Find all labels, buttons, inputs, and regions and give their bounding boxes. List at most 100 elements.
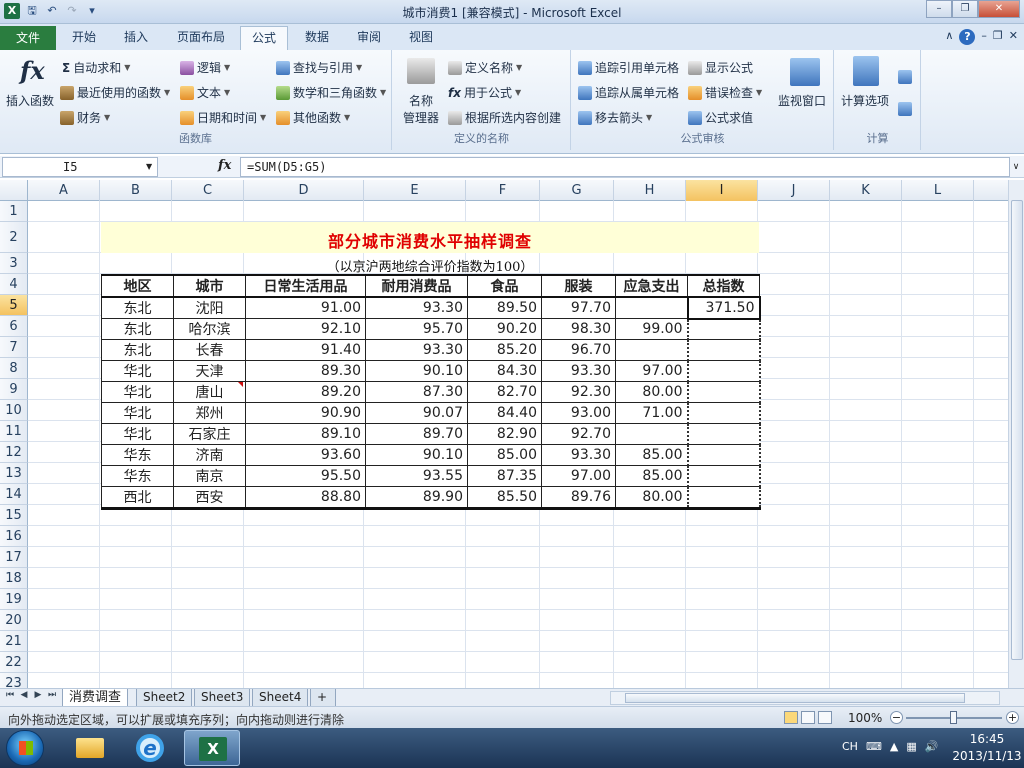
input-language[interactable]: CH	[842, 740, 858, 753]
total-index-cell[interactable]	[686, 486, 761, 510]
clock-date[interactable]: 2013/11/13	[952, 749, 1022, 763]
table-cell[interactable]: 93.60	[245, 444, 366, 466]
next-sheet-icon[interactable]: ▶	[32, 690, 44, 700]
normal-view-icon[interactable]	[784, 711, 798, 724]
page-break-view-icon[interactable]	[818, 711, 832, 724]
report-subtitle[interactable]: （以京沪两地综合评价指数为100）	[101, 256, 759, 275]
worksheet-grid[interactable]: ABCDEFGHIJKL 1 2 3 4 5 6 7 8 9 10 11 12 13 14 15 16 17 18…	[0, 180, 1008, 688]
row-header-10[interactable]: 10	[0, 400, 28, 421]
table-cell[interactable]: 哈尔滨	[173, 318, 246, 340]
table-cell[interactable]: 92.10	[245, 318, 366, 340]
datetime-button[interactable]: 日期和时间 ▼	[180, 109, 266, 126]
table-cell[interactable]: 96.70	[541, 339, 616, 361]
row-header-3[interactable]: 3	[0, 253, 28, 274]
row-header-19[interactable]: 19	[0, 589, 28, 610]
vertical-scrollbar[interactable]	[1008, 180, 1024, 688]
table-cell[interactable]: 西安	[173, 486, 246, 510]
table-cell[interactable]: 郑州	[173, 402, 246, 424]
row-header-2[interactable]: 2	[0, 222, 28, 253]
show-hidden-icons-icon[interactable]: ▲	[890, 740, 898, 753]
table-cell[interactable]: 84.30	[467, 360, 542, 382]
define-name-button[interactable]: 定义名称 ▼	[448, 59, 522, 76]
row-header-14[interactable]: 14	[0, 484, 28, 505]
table-cell[interactable]: 90.90	[245, 402, 366, 424]
table-cell[interactable]: 89.30	[245, 360, 366, 382]
trace-dependents-button[interactable]: 追踪从属单元格	[578, 84, 679, 101]
name-box[interactable]: I5	[2, 157, 158, 177]
column-header-b[interactable]: B	[100, 180, 172, 201]
column-header-a[interactable]: A	[28, 180, 100, 201]
total-index-cell[interactable]	[686, 381, 761, 403]
table-cell[interactable]: 93.30	[541, 360, 616, 382]
collapse-ribbon-icon[interactable]: ∧	[945, 29, 953, 45]
total-index-cell[interactable]	[686, 465, 761, 487]
table-cell[interactable]	[615, 423, 688, 445]
column-title[interactable]: 服装	[541, 274, 616, 298]
more-functions-button[interactable]: 其他函数 ▼	[276, 109, 350, 126]
table-cell[interactable]	[615, 339, 688, 361]
table-cell[interactable]: 88.80	[245, 486, 366, 510]
network-icon[interactable]: ▦	[906, 740, 916, 753]
sheet-tab-1[interactable]: 消费调查	[62, 689, 129, 707]
table-cell[interactable]: 89.70	[365, 423, 468, 445]
total-index-cell[interactable]	[686, 444, 761, 466]
table-cell[interactable]: 东北	[101, 296, 174, 319]
column-title[interactable]: 总指数	[687, 274, 760, 298]
table-cell[interactable]: 华北	[101, 381, 174, 403]
horizontal-scrollbar[interactable]	[610, 691, 1000, 705]
row-header-17[interactable]: 17	[0, 547, 28, 568]
column-header-d[interactable]: D	[244, 180, 364, 201]
table-cell[interactable]	[615, 296, 688, 319]
trace-precedents-button[interactable]: 追踪引用单元格	[578, 59, 679, 76]
column-header-f[interactable]: F	[466, 180, 540, 201]
taskbar-excel[interactable]: X	[184, 730, 240, 766]
row-header-7[interactable]: 7	[0, 337, 28, 358]
doc-restore-icon[interactable]: ❐	[993, 29, 1003, 45]
table-cell[interactable]: 华北	[101, 423, 174, 445]
table-cell[interactable]: 90.07	[365, 402, 468, 424]
volume-icon[interactable]: 🔊	[925, 740, 939, 753]
tab-view[interactable]: 视图	[398, 26, 444, 50]
calculate-sheet-icon[interactable]	[898, 102, 912, 116]
zoom-slider-thumb[interactable]	[950, 711, 957, 724]
table-cell[interactable]: 97.00	[615, 360, 688, 382]
insert-sheet-icon[interactable]: +	[310, 689, 336, 707]
row-header-21[interactable]: 21	[0, 631, 28, 652]
column-header-i[interactable]: I	[686, 180, 758, 201]
column-title[interactable]: 城市	[173, 274, 246, 298]
table-cell[interactable]: 97.70	[541, 296, 616, 319]
use-in-formula-button[interactable]: fx 用于公式 ▼	[448, 84, 521, 101]
table-cell[interactable]: 93.55	[365, 465, 468, 487]
insert-function-fx-icon[interactable]: fx	[218, 158, 231, 173]
last-sheet-icon[interactable]: ⏭	[46, 690, 58, 700]
row-header-1[interactable]: 1	[0, 201, 28, 222]
autosum-button[interactable]: Σ 自动求和 ▼	[62, 59, 130, 76]
row-header-5[interactable]: 5	[0, 295, 28, 316]
table-cell[interactable]: 84.40	[467, 402, 542, 424]
insert-function-button[interactable]: 插入函数	[6, 92, 54, 109]
table-cell[interactable]: 89.20	[245, 381, 366, 403]
sheet-tab-3[interactable]: Sheet3	[194, 689, 251, 707]
name-box-dropdown-icon[interactable]: ▼	[146, 162, 152, 171]
minimize-button[interactable]: –	[926, 0, 952, 18]
row-header-8[interactable]: 8	[0, 358, 28, 379]
row-header-9[interactable]: 9	[0, 379, 28, 400]
column-title[interactable]: 日常生活用品	[245, 274, 366, 298]
column-header-g[interactable]: G	[540, 180, 614, 201]
table-cell[interactable]: 82.90	[467, 423, 542, 445]
table-cell[interactable]: 南京	[173, 465, 246, 487]
start-button[interactable]	[6, 730, 44, 766]
first-sheet-icon[interactable]: ⏮	[4, 690, 16, 700]
column-header-h[interactable]: H	[614, 180, 686, 201]
doc-close-icon[interactable]: ✕	[1009, 29, 1018, 45]
total-index-cell[interactable]	[686, 423, 761, 445]
row-header-16[interactable]: 16	[0, 526, 28, 547]
total-index-cell[interactable]	[686, 360, 761, 382]
table-cell[interactable]: 沈阳	[173, 296, 246, 319]
table-cell[interactable]: 87.35	[467, 465, 542, 487]
evaluate-formula-button[interactable]: 公式求值	[688, 109, 753, 126]
table-cell[interactable]: 89.90	[365, 486, 468, 510]
row-header-18[interactable]: 18	[0, 568, 28, 589]
column-title[interactable]: 应急支出	[615, 274, 688, 298]
table-cell[interactable]: 85.20	[467, 339, 542, 361]
